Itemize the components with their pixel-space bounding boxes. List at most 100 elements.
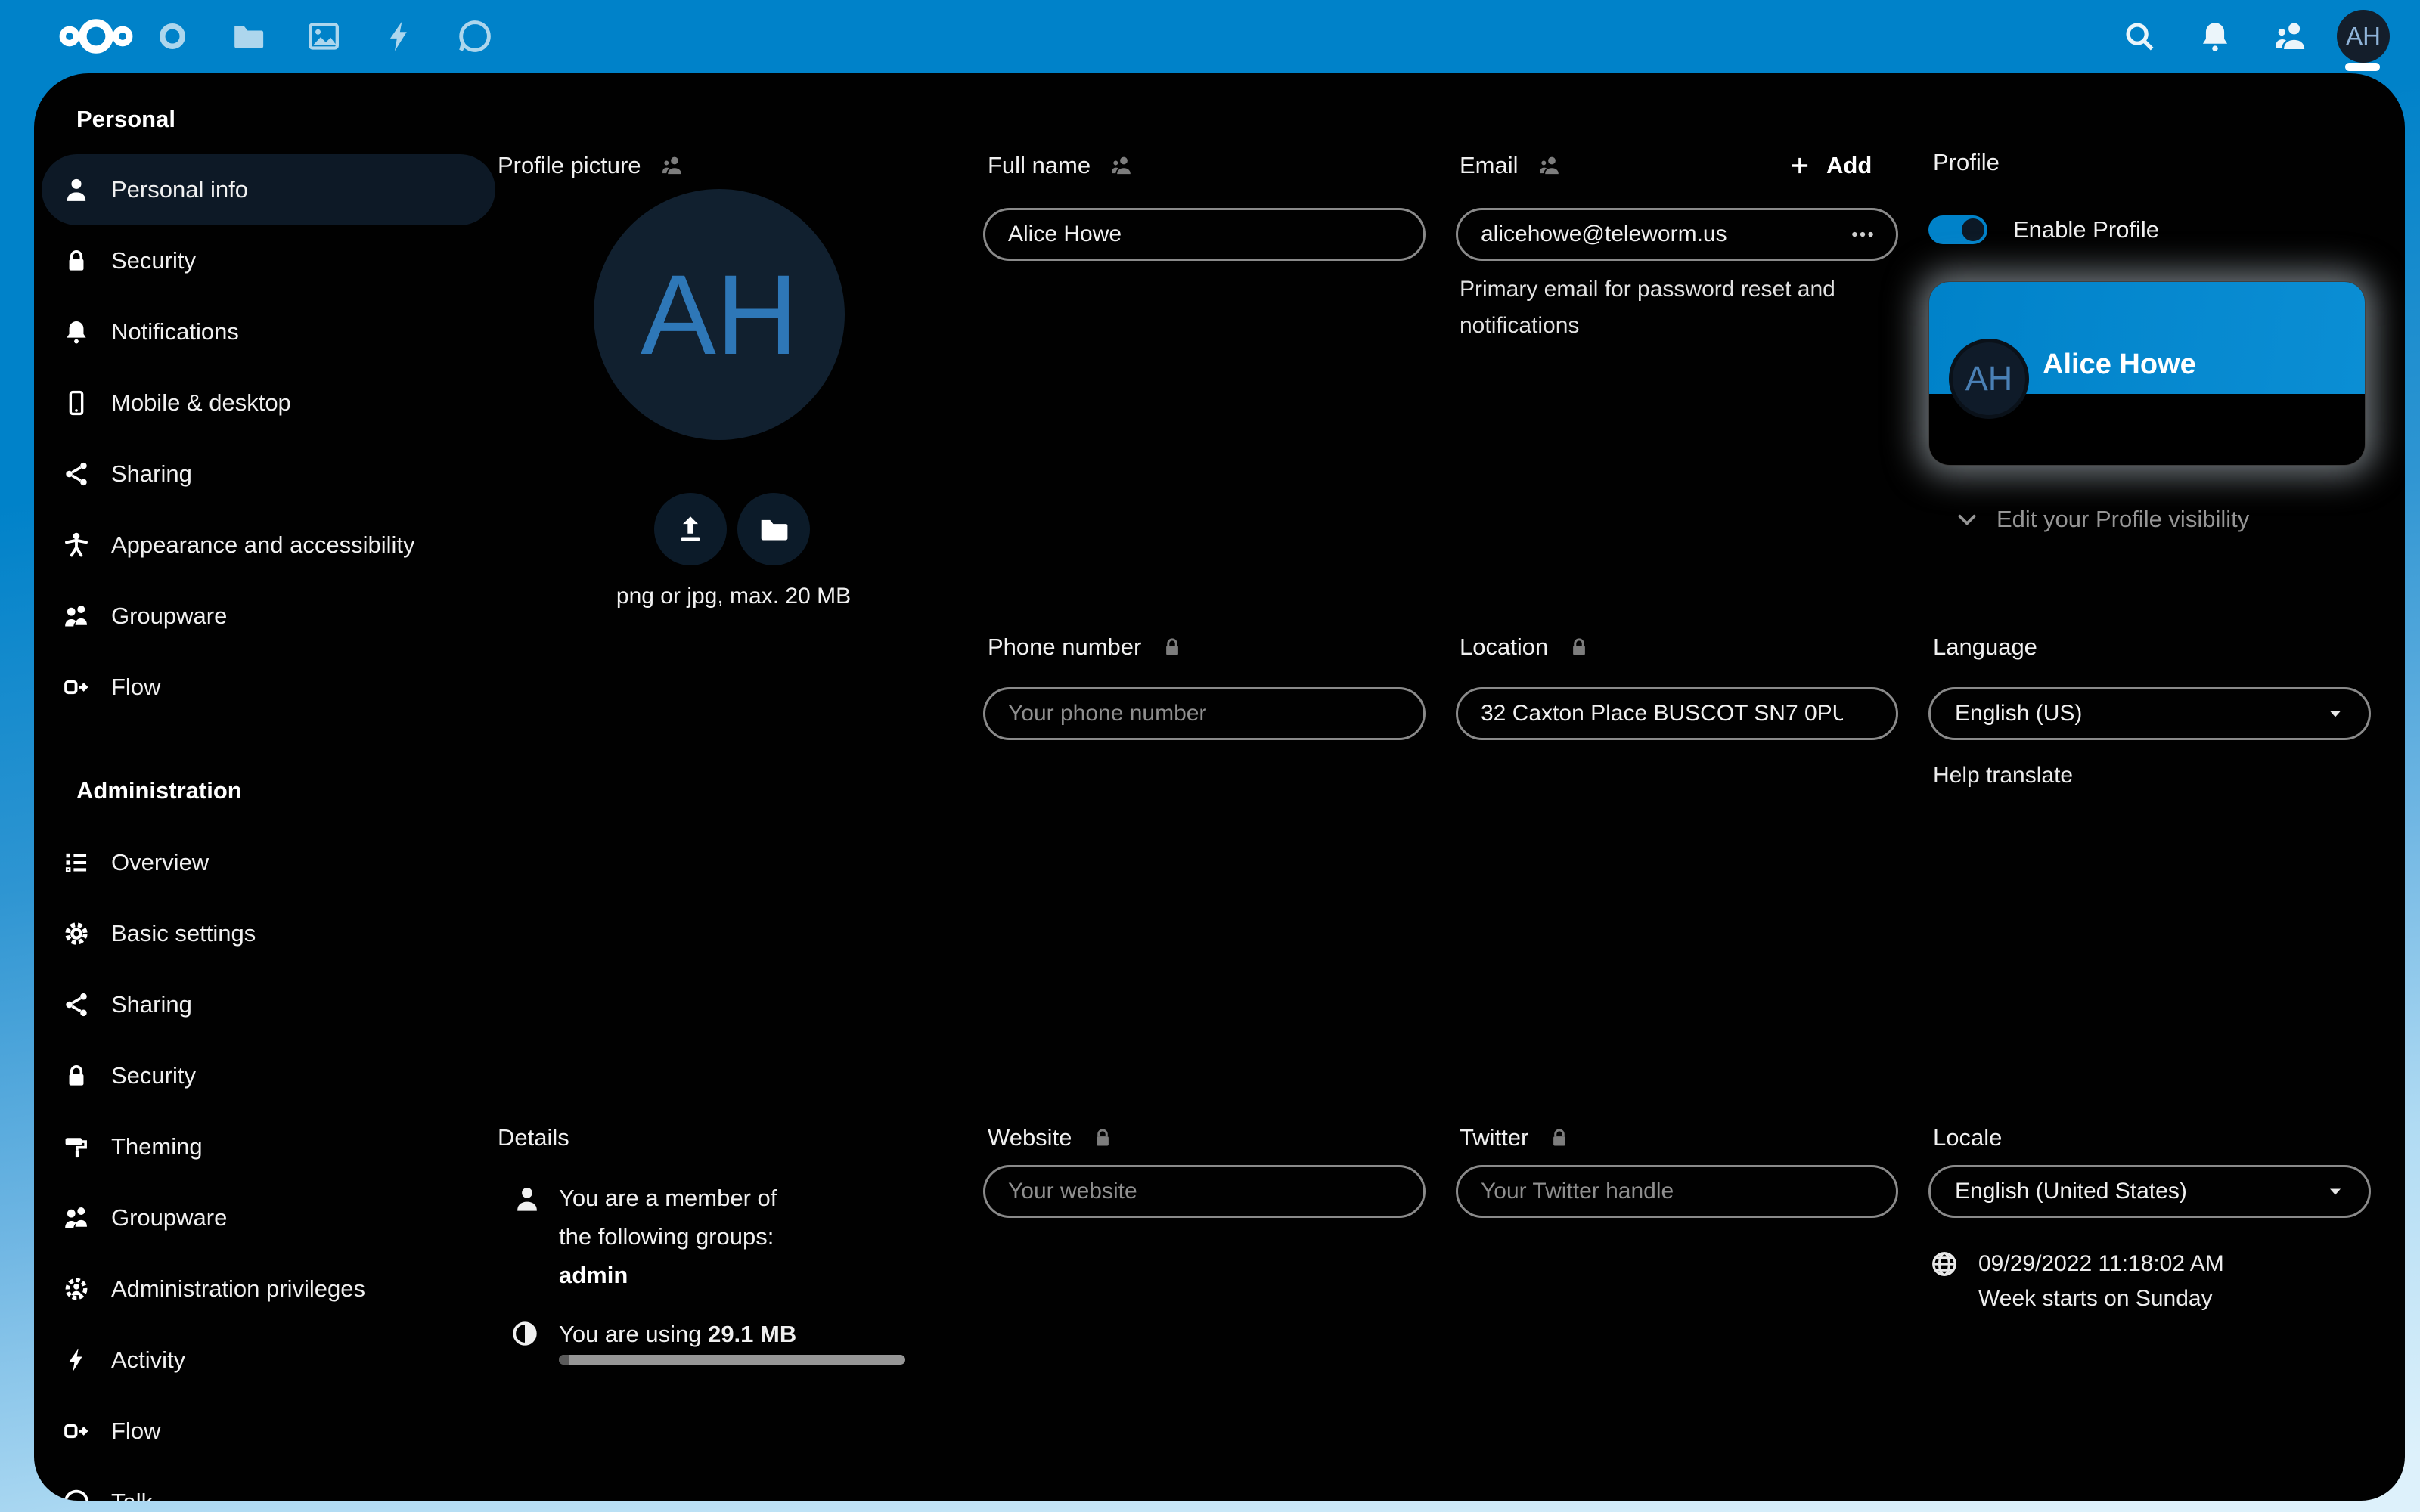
sidebar-item-label: Talk	[111, 1489, 153, 1501]
scope-contacts-icon[interactable]	[661, 154, 684, 177]
help-translate-link[interactable]: Help translate	[1933, 763, 2073, 789]
scope-contacts-icon[interactable]	[1110, 154, 1133, 177]
choose-from-files-button[interactable]	[737, 493, 810, 565]
gear-icon	[63, 920, 90, 947]
website-input[interactable]	[983, 1165, 1426, 1218]
upload-avatar-button[interactable]	[654, 493, 727, 565]
sidebar-item-label: Security	[111, 1062, 196, 1089]
email-actions-menu-button[interactable]	[1845, 217, 1880, 252]
language-select[interactable]: English (US)	[1928, 687, 2371, 740]
locale-select[interactable]: English (United States)	[1928, 1165, 2371, 1218]
sidebar-item-admin-groupware[interactable]: Groupware	[42, 1182, 495, 1253]
sidebar-item-label: Overview	[111, 849, 209, 876]
notifications-bell-icon[interactable]	[2198, 19, 2232, 54]
twitter-label-text: Twitter	[1460, 1124, 1528, 1151]
sidebar-item-appearance-accessibility[interactable]: Appearance and accessibility	[42, 510, 495, 581]
email-helper-text: Primary email for password reset and not…	[1460, 271, 1853, 344]
toggle-knob	[1962, 218, 1984, 241]
language-label: Language	[1933, 631, 2037, 664]
lock-icon[interactable]	[1548, 1126, 1571, 1149]
sidebar-item-notifications[interactable]: Notifications	[42, 296, 495, 367]
enable-profile-row: Enable Profile	[1928, 215, 2159, 244]
avatar-hint: png or jpg, max. 20 MB	[518, 584, 949, 609]
website-label-text: Website	[988, 1124, 1072, 1151]
enable-profile-toggle[interactable]	[1928, 215, 1987, 244]
person-icon	[513, 1185, 541, 1213]
sidebar-item-label: Groupware	[111, 603, 227, 630]
sidebar-item-label: Sharing	[111, 991, 192, 1018]
person-icon	[63, 176, 90, 203]
lock-icon	[63, 247, 90, 274]
sidebar-item-groupware[interactable]: Groupware	[42, 581, 495, 652]
talk-icon	[63, 1489, 90, 1501]
globe-icon	[1930, 1250, 1959, 1278]
sidebar-item-admin-flow[interactable]: Flow	[42, 1396, 495, 1467]
sidebar-caption-personal: Personal	[42, 85, 495, 154]
enable-profile-label: Enable Profile	[2013, 216, 2159, 243]
dashboard-icon[interactable]	[155, 19, 190, 54]
sidebar-item-label: Flow	[111, 674, 160, 701]
sidebar-item-admin-activity[interactable]: Activity	[42, 1325, 495, 1396]
sidebar-item-personal-info[interactable]: Personal info	[42, 154, 495, 225]
sidebar-item-sharing[interactable]: Sharing	[42, 438, 495, 510]
edit-visibility-label: Edit your Profile visibility	[1996, 506, 2249, 533]
full-name-label-text: Full name	[988, 152, 1091, 179]
upload-icon	[675, 513, 706, 545]
sidebar-item-security[interactable]: Security	[42, 225, 495, 296]
phone-input[interactable]	[983, 687, 1426, 740]
sidebar-item-mobile-desktop[interactable]: Mobile & desktop	[42, 367, 495, 438]
files-icon[interactable]	[231, 19, 265, 54]
email-label-text: Email	[1460, 152, 1519, 179]
email-input[interactable]	[1456, 208, 1898, 261]
activity-icon[interactable]	[382, 19, 417, 54]
lock-icon[interactable]	[1091, 1126, 1114, 1149]
phone-label-text: Phone number	[988, 634, 1141, 661]
sidebar-item-overview[interactable]: Overview	[42, 827, 495, 898]
profile-avatar-large[interactable]: AH	[594, 189, 845, 440]
chevron-down-icon	[1954, 507, 1980, 532]
sidebar-item-basic-settings[interactable]: Basic settings	[42, 898, 495, 969]
sidebar-item-admin-security[interactable]: Security	[42, 1040, 495, 1111]
nextcloud-logo-icon[interactable]	[32, 17, 160, 56]
full-name-label: Full name	[988, 149, 1133, 182]
sidebar-item-label: Notifications	[111, 318, 239, 345]
sidebar-item-label: Security	[111, 247, 196, 274]
sidebar-item-admin-talk[interactable]: Talk	[42, 1467, 495, 1501]
sidebar-item-label: Groupware	[111, 1204, 227, 1232]
profile-preview-card[interactable]: AH Alice Howe	[1928, 281, 2366, 466]
search-icon[interactable]	[2122, 19, 2157, 54]
location-input[interactable]	[1456, 687, 1898, 740]
language-label-text: Language	[1933, 634, 2037, 661]
lock-icon[interactable]	[1161, 636, 1184, 658]
location-label-text: Location	[1460, 634, 1548, 661]
share-icon	[63, 991, 90, 1018]
twitter-input[interactable]	[1456, 1165, 1898, 1218]
settings-sidebar: Personal Personal info Security Notifica…	[42, 85, 495, 1501]
profile-card-avatar: AH	[1949, 339, 2029, 419]
locale-preview-row: 09/29/2022 11:18:02 AM Week starts on Su…	[1930, 1247, 2384, 1316]
full-name-input[interactable]	[983, 208, 1426, 261]
groups-membership-text: You are a member of the following groups…	[559, 1179, 816, 1256]
mobile-phone-icon	[63, 389, 90, 417]
add-email-button[interactable]: Add	[1789, 152, 1872, 179]
share-icon	[63, 460, 90, 488]
sidebar-item-label: Personal info	[111, 176, 248, 203]
sidebar-item-theming[interactable]: Theming	[42, 1111, 495, 1182]
contacts-icon[interactable]	[2273, 19, 2308, 54]
sidebar-item-flow[interactable]: Flow	[42, 652, 495, 723]
flow-icon	[63, 1418, 90, 1445]
paint-roller-icon	[63, 1133, 90, 1160]
sidebar-item-admin-sharing[interactable]: Sharing	[42, 969, 495, 1040]
scope-contacts-icon[interactable]	[1538, 154, 1561, 177]
sidebar-item-administration-privileges[interactable]: Administration privileges	[42, 1253, 495, 1325]
lock-icon[interactable]	[1568, 636, 1590, 658]
sidebar-item-label: Flow	[111, 1418, 160, 1445]
edit-profile-visibility-button[interactable]: Edit your Profile visibility	[1954, 506, 2249, 533]
language-selected-value: English (US)	[1955, 701, 2082, 727]
website-label: Website	[988, 1121, 1114, 1154]
lock-icon	[63, 1062, 90, 1089]
talk-icon[interactable]	[458, 19, 492, 54]
accessibility-icon	[63, 531, 90, 559]
photos-icon[interactable]	[306, 19, 341, 54]
user-avatar[interactable]: AH	[2337, 10, 2390, 63]
